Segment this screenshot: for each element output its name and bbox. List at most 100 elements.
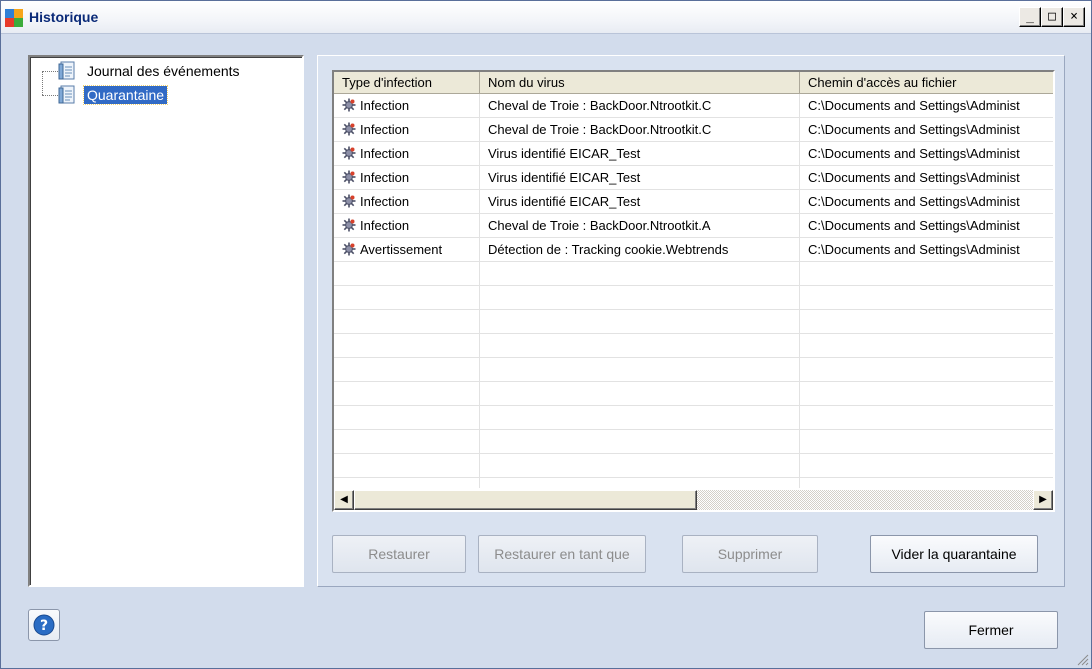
table-row[interactable]: Infection Virus identifié EICAR_Test C:\Do… (334, 166, 1053, 190)
table-cell-name (480, 334, 800, 357)
table-cell-path (800, 382, 1053, 405)
virus-icon (342, 170, 356, 184)
table-row-empty (334, 358, 1053, 382)
help-icon: ? (33, 614, 55, 636)
infection-type-label: Infection (360, 218, 410, 233)
table-row-empty (334, 430, 1053, 454)
table-cell-name: Cheval de Troie : BackDoor.Ntrootkit.A (480, 214, 800, 237)
table-row[interactable]: Infection Cheval de Troie : BackDoor.Ntro… (334, 118, 1053, 142)
column-header-virus-name[interactable]: Nom du virus (480, 72, 800, 94)
help-button[interactable]: ? (28, 609, 60, 641)
table-cell-type (334, 286, 480, 309)
table-row-empty (334, 382, 1053, 406)
table-row[interactable]: Infection Virus identifié EICAR_Test C:\Do… (334, 190, 1053, 214)
infection-type-label: Infection (360, 146, 410, 161)
tree-item-quarantine[interactable]: Quarantaine (58, 84, 169, 106)
table-cell-name (480, 262, 800, 285)
table-cell-name (480, 382, 800, 405)
table-cell-path (800, 310, 1053, 333)
infection-type-label: Infection (360, 194, 410, 209)
table-cell-path (800, 478, 1053, 488)
infection-type-label: Infection (360, 122, 410, 137)
table-cell-name: Cheval de Troie : BackDoor.Ntrootkit.C (480, 118, 800, 141)
table-body: Type d'infection Nom du virus Chemin d'a… (334, 72, 1053, 488)
horizontal-scrollbar[interactable]: ◀ ▶ (334, 490, 1053, 510)
quarantine-table[interactable]: Type d'infection Nom du virus Chemin d'a… (332, 70, 1055, 512)
infection-type-label: Infection (360, 98, 410, 113)
maximize-button[interactable]: □ (1041, 7, 1063, 27)
delete-button[interactable]: Supprimer (682, 535, 818, 573)
infection-type-label: Avertissement (360, 242, 443, 257)
scroll-left-button[interactable]: ◀ (334, 490, 354, 510)
table-cell-path (800, 406, 1053, 429)
svg-text:?: ? (40, 618, 48, 634)
table-cell-name: Détection de : Tracking cookie.Webtrends (480, 238, 800, 261)
app-logo-icon (5, 9, 23, 27)
table-cell-type (334, 478, 480, 488)
restore-as-button[interactable]: Restaurer en tant que (478, 535, 646, 573)
table-row-empty (334, 454, 1053, 478)
column-header-path[interactable]: Chemin d'accès au fichier (800, 72, 1053, 94)
table-row[interactable]: Avertissement Détection de : Tracking coo… (334, 238, 1053, 262)
table-row-empty (334, 262, 1053, 286)
tree-connector (42, 95, 58, 96)
table-cell-name (480, 430, 800, 453)
virus-icon (342, 146, 356, 160)
log-document-icon (58, 85, 75, 104)
history-tree[interactable]: Journal des événements Quarantaine (28, 55, 304, 587)
table-cell-path: C:\Documents and Settings\Administ (800, 190, 1053, 213)
resize-grip-icon[interactable] (1075, 652, 1089, 666)
table-cell-name (480, 478, 800, 488)
history-window: Historique _ □ × Journal des événements (0, 0, 1092, 669)
tree-connector (42, 71, 43, 95)
table-cell-name (480, 406, 800, 429)
table-row-empty (334, 286, 1053, 310)
table-cell-name (480, 286, 800, 309)
tree-connector (42, 71, 58, 72)
table-cell-type (334, 454, 480, 477)
table-cell-type (334, 382, 480, 405)
table-cell-type: Infection (334, 118, 480, 141)
infection-type-label: Infection (360, 170, 410, 185)
table-cell-name: Virus identifié EICAR_Test (480, 166, 800, 189)
close-window-button[interactable]: × (1063, 7, 1085, 27)
minimize-button[interactable]: _ (1019, 7, 1041, 27)
table-cell-type: Avertissement (334, 238, 480, 261)
table-row-empty (334, 310, 1053, 334)
table-row[interactable]: Infection Cheval de Troie : BackDoor.Ntro… (334, 214, 1053, 238)
tree-item-event-log[interactable]: Journal des événements (58, 60, 243, 82)
table-cell-name: Virus identifié EICAR_Test (480, 190, 800, 213)
table-cell-type: Infection (334, 142, 480, 165)
table-cell-type (334, 430, 480, 453)
table-cell-type: Infection (334, 214, 480, 237)
table-cell-name (480, 358, 800, 381)
restore-button[interactable]: Restaurer (332, 535, 466, 573)
virus-icon (342, 194, 356, 208)
table-cell-path: C:\Documents and Settings\Administ (800, 214, 1053, 237)
title-bar[interactable]: Historique _ □ × (1, 1, 1091, 34)
table-cell-name (480, 310, 800, 333)
table-cell-type: Infection (334, 190, 480, 213)
table-cell-type: Infection (334, 166, 480, 189)
tree-item-label: Journal des événements (87, 63, 240, 79)
column-header-type[interactable]: Type d'infection (334, 72, 480, 94)
table-row[interactable]: Infection Cheval de Troie : BackDoor.Ntro… (334, 94, 1053, 118)
table-cell-name: Cheval de Troie : BackDoor.Ntrootkit.C (480, 94, 800, 117)
table-cell-type: Infection (334, 94, 480, 117)
empty-quarantine-button[interactable]: Vider la quarantaine (870, 535, 1038, 573)
table-cell-name: Virus identifié EICAR_Test (480, 142, 800, 165)
virus-icon (342, 242, 356, 256)
virus-icon (342, 98, 356, 112)
window-title: Historique (29, 9, 99, 25)
table-row-empty (334, 478, 1053, 488)
table-cell-path (800, 262, 1053, 285)
scroll-right-button[interactable]: ▶ (1033, 490, 1053, 510)
table-row-empty (334, 334, 1053, 358)
scrollbar-thumb[interactable] (354, 490, 697, 510)
close-button[interactable]: Fermer (924, 611, 1058, 649)
window-controls: _ □ × (1019, 7, 1085, 27)
table-row[interactable]: Infection Virus identifié EICAR_Test C:\Do… (334, 142, 1053, 166)
table-row-empty (334, 406, 1053, 430)
table-cell-path (800, 286, 1053, 309)
table-cell-path (800, 430, 1053, 453)
